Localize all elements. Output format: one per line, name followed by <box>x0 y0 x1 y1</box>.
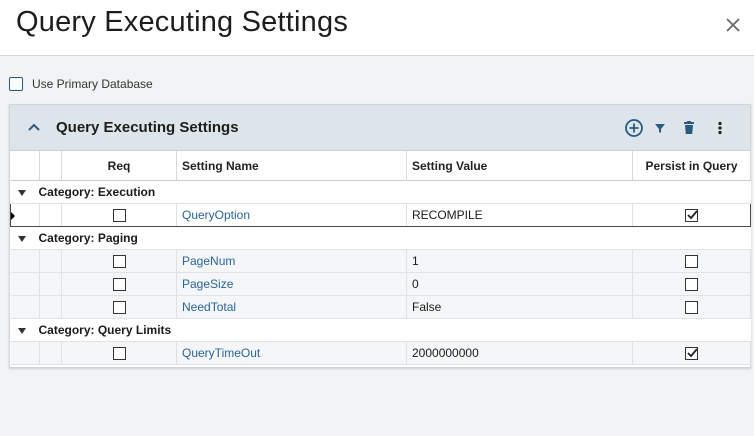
settings-grid-panel: Query Executing Settings Req Setting Nam… <box>9 104 751 368</box>
req-cell[interactable] <box>61 341 177 365</box>
setting-value-text: RECOMPILE <box>412 208 483 222</box>
group-indent-cell <box>39 295 62 319</box>
persist-column-header[interactable]: Persist in Query <box>632 151 751 181</box>
dialog-header: Query Executing Settings <box>0 0 754 56</box>
group-label: Category: Query Limits <box>38 323 172 337</box>
expand-triangle-icon[interactable] <box>17 235 26 242</box>
group-row[interactable]: Category: Paging <box>10 226 751 250</box>
group-cell[interactable]: Category: Query Limits <box>10 318 751 342</box>
setting-name-link[interactable]: PageNum <box>182 254 235 268</box>
persist-cell[interactable] <box>632 249 751 273</box>
req-checkbox[interactable] <box>112 278 126 292</box>
setting-name-link[interactable]: NeedTotal <box>182 300 236 314</box>
req-checkbox[interactable] <box>112 255 126 269</box>
setting-value-cell[interactable]: False <box>406 295 633 319</box>
expand-triangle-icon[interactable] <box>17 327 26 334</box>
primary-db-checkbox-box[interactable] <box>9 77 23 91</box>
persist-cell[interactable] <box>632 203 751 227</box>
req-cell[interactable] <box>61 203 177 227</box>
setting-name-link[interactable]: QueryOption <box>182 208 250 222</box>
req-column-header[interactable]: Req <box>61 151 177 181</box>
persist-checkbox[interactable] <box>685 209 698 223</box>
persist-cell[interactable] <box>632 341 751 365</box>
req-checkbox[interactable] <box>112 347 126 361</box>
setting-value-cell[interactable]: 2000000000 <box>406 341 633 365</box>
req-cell[interactable] <box>61 272 177 296</box>
use-primary-database-checkbox[interactable]: Use Primary Database <box>9 77 153 91</box>
setting-value-text: 1 <box>412 254 419 268</box>
row-indicator-cell[interactable] <box>10 203 40 227</box>
row-indicator-cell[interactable] <box>10 341 40 365</box>
filter-icon[interactable] <box>650 118 670 138</box>
row-indicator-cell[interactable] <box>10 272 40 296</box>
setting-value-text: False <box>412 300 442 314</box>
table-row[interactable]: PageNum 1 <box>10 249 751 273</box>
group-label: Category: Execution <box>38 185 156 199</box>
row-indicator-header <box>10 151 40 181</box>
table-row[interactable]: QueryTimeOut 2000000000 <box>10 341 751 365</box>
table-header-row: Req Setting Name Setting Value Persist i… <box>10 151 751 181</box>
query-settings-dialog: Query Executing Settings Use Primary Dat… <box>0 0 754 436</box>
group-row[interactable]: Category: Query Limits <box>10 318 751 342</box>
panel-title: Query Executing Settings <box>56 119 239 136</box>
setting-name-cell[interactable]: NeedTotal <box>176 295 407 319</box>
table-row[interactable]: PageSize 0 <box>10 272 751 296</box>
req-checkbox[interactable] <box>112 301 126 315</box>
setting-name-cell[interactable]: PageSize <box>176 272 407 296</box>
group-indent-cell <box>39 203 62 227</box>
persist-checkbox[interactable] <box>685 255 698 269</box>
setting-value-text: 0 <box>412 277 419 291</box>
close-icon[interactable] <box>722 14 744 36</box>
setting-value-cell[interactable]: 0 <box>406 272 633 296</box>
panel-header: Query Executing Settings <box>10 105 750 151</box>
row-indicator-cell[interactable] <box>10 295 40 319</box>
chevron-up-icon[interactable] <box>27 120 41 134</box>
group-row[interactable]: Category: Execution <box>10 180 751 204</box>
settings-table: Req Setting Name Setting Value Persist i… <box>10 151 751 365</box>
setting-value-cell[interactable]: 1 <box>406 249 633 273</box>
group-indent-cell <box>39 249 62 273</box>
setting-name-link[interactable]: QueryTimeOut <box>182 346 260 360</box>
setting-name-cell[interactable]: PageNum <box>176 249 407 273</box>
settings-table-body: Category: Execution QueryOption RECOMPILE C… <box>10 180 751 365</box>
row-pointer-icon <box>11 211 15 220</box>
persist-checkbox[interactable] <box>685 347 698 361</box>
setting-name-link[interactable]: PageSize <box>182 277 233 291</box>
expand-triangle-icon[interactable] <box>17 189 26 196</box>
group-indent-header <box>39 151 62 181</box>
table-row[interactable]: QueryOption RECOMPILE <box>10 203 751 227</box>
persist-cell[interactable] <box>632 272 751 296</box>
row-indicator-cell[interactable] <box>10 249 40 273</box>
group-cell[interactable]: Category: Execution <box>10 180 751 204</box>
trash-icon[interactable] <box>679 118 699 138</box>
group-indent-cell <box>39 341 62 365</box>
table-row[interactable]: NeedTotal False <box>10 295 751 319</box>
add-circle-icon[interactable] <box>624 118 644 138</box>
group-cell[interactable]: Category: Paging <box>10 226 751 250</box>
more-vertical-icon[interactable] <box>710 118 730 138</box>
setting-name-column-header[interactable]: Setting Name <box>176 151 407 181</box>
group-indent-cell <box>39 272 62 296</box>
persist-checkbox[interactable] <box>685 301 698 315</box>
setting-value-text: 2000000000 <box>412 346 479 360</box>
persist-checkbox[interactable] <box>685 278 698 292</box>
setting-name-cell[interactable]: QueryOption <box>176 203 407 227</box>
dialog-title: Query Executing Settings <box>16 6 349 38</box>
persist-cell[interactable] <box>632 295 751 319</box>
req-cell[interactable] <box>61 249 177 273</box>
setting-value-cell[interactable]: RECOMPILE <box>406 203 633 227</box>
group-label: Category: Paging <box>38 231 138 245</box>
primary-db-label: Use Primary Database <box>32 77 153 91</box>
setting-value-column-header[interactable]: Setting Value <box>406 151 633 181</box>
req-cell[interactable] <box>61 295 177 319</box>
setting-name-cell[interactable]: QueryTimeOut <box>176 341 407 365</box>
req-checkbox[interactable] <box>112 209 126 223</box>
